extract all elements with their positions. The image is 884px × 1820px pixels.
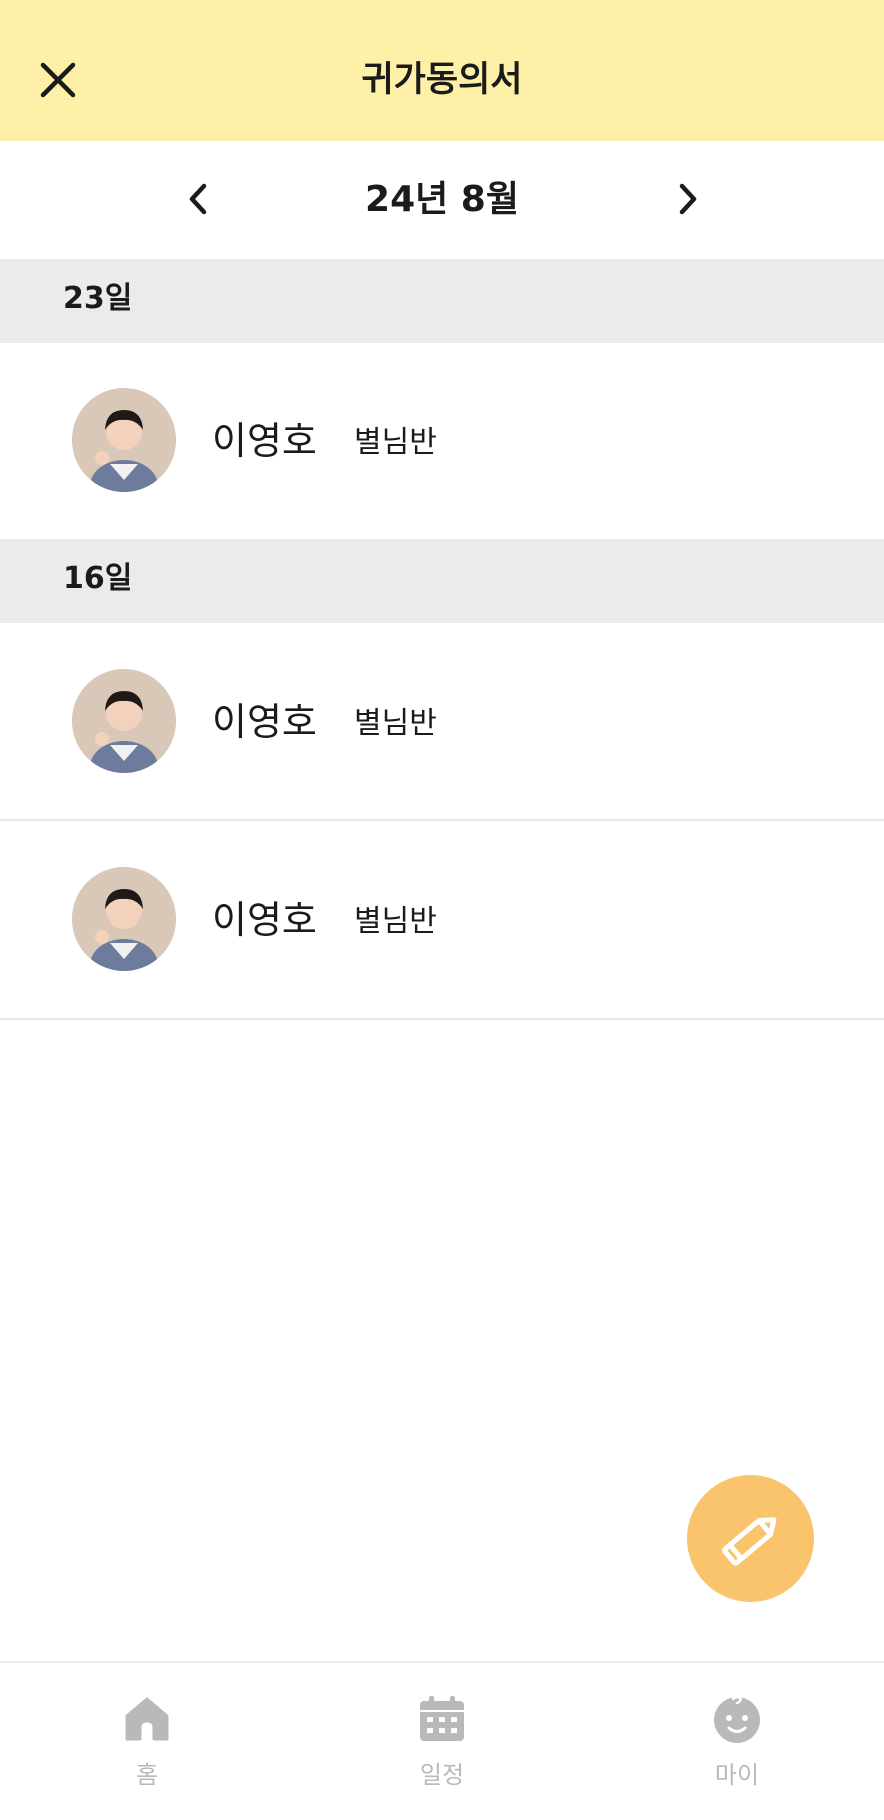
header-bar: 귀가동의서	[0, 0, 884, 141]
child-name: 이영호	[212, 898, 317, 942]
tab-label: 홈	[135, 1761, 159, 1789]
class-name: 별님반	[354, 425, 437, 460]
day-label: 23일	[63, 281, 133, 316]
month-label: 24년 8월	[365, 179, 519, 220]
next-month-button[interactable]	[659, 171, 715, 227]
bottom-tab-bar: 홈 일정 마이	[0, 1661, 884, 1820]
class-name: 별님반	[354, 706, 437, 741]
list-item[interactable]: 이영호 별님반	[0, 343, 884, 539]
pencil-icon	[721, 1516, 776, 1566]
calendar-icon	[420, 1696, 464, 1741]
day-header: 23일	[0, 259, 884, 343]
tab-label: 마이	[714, 1761, 760, 1789]
list-item[interactable]: 이영호 별님반	[0, 821, 884, 1020]
class-name: 별님반	[354, 904, 437, 939]
avatar	[72, 669, 176, 773]
day-header: 16일	[0, 539, 884, 623]
tab-schedule[interactable]: 일정	[362, 1693, 522, 1803]
avatar	[72, 867, 176, 971]
list-item[interactable]: 이영호 별님반	[0, 623, 884, 821]
day-label: 16일	[63, 561, 133, 596]
tab-home[interactable]: 홈	[67, 1693, 227, 1803]
home-icon	[125, 1697, 169, 1741]
child-name: 이영호	[212, 700, 317, 744]
tab-my[interactable]: 마이	[657, 1693, 817, 1803]
chevron-right-icon	[679, 183, 697, 215]
month-navigator: 24년 8월	[0, 141, 884, 259]
page-title: 귀가동의서	[361, 60, 523, 100]
baby-face-icon	[714, 1695, 760, 1743]
write-button[interactable]	[687, 1475, 814, 1602]
tab-label: 일정	[419, 1761, 465, 1789]
avatar	[72, 388, 176, 492]
child-name: 이영호	[212, 419, 317, 463]
